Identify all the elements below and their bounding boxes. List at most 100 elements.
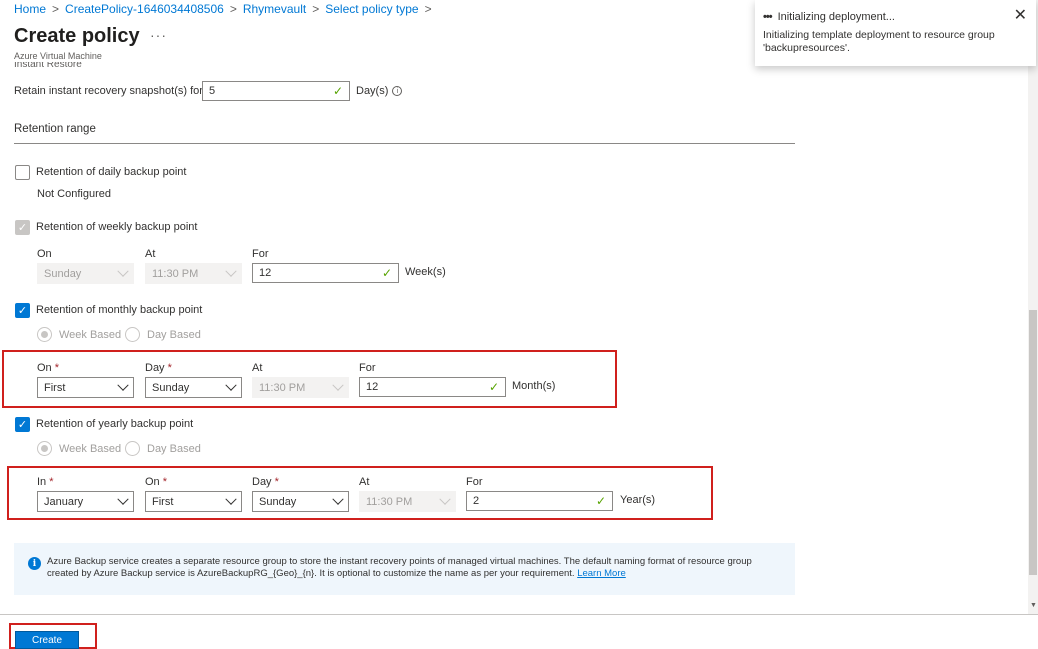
resource-group-info-banner: Azure Backup service creates a separate … bbox=[14, 543, 795, 595]
yearly-at-value: 11:30 PM bbox=[366, 495, 413, 508]
breadcrumb-vault[interactable]: Rhymevault bbox=[243, 2, 306, 16]
footer-divider bbox=[0, 614, 1038, 615]
chevron-down-icon bbox=[117, 379, 129, 391]
yearly-day-label-text: Day bbox=[252, 476, 272, 488]
required-marker: * bbox=[54, 362, 59, 374]
page-subtitle: Azure Virtual Machine bbox=[14, 51, 102, 61]
weekly-unit-label: Week(s) bbox=[405, 266, 446, 278]
monthly-week-based-radio[interactable] bbox=[37, 327, 52, 342]
monthly-for-label: For bbox=[359, 362, 376, 374]
yearly-in-label-text: In bbox=[37, 476, 47, 488]
breadcrumb-separator: > bbox=[312, 2, 320, 16]
scroll-down-arrow-icon[interactable]: ▼ bbox=[1030, 602, 1037, 609]
monthly-day-dropdown[interactable]: Sunday bbox=[145, 377, 242, 398]
yearly-in-dropdown[interactable]: January bbox=[37, 491, 134, 512]
monthly-day-based-radio[interactable] bbox=[125, 327, 140, 342]
info-icon[interactable]: i bbox=[392, 86, 403, 97]
weekly-at-dropdown[interactable]: 11:30 PM bbox=[145, 263, 242, 284]
monthly-at-label: At bbox=[252, 362, 263, 374]
yearly-on-label-text: On bbox=[145, 476, 160, 488]
retain-snapshots-unit: Day(s) i bbox=[356, 85, 403, 97]
yearly-day-dropdown[interactable]: Sunday bbox=[252, 491, 349, 512]
chevron-down-icon bbox=[225, 493, 237, 505]
weekly-on-value: Sunday bbox=[44, 267, 82, 280]
valid-check-icon: ✓ bbox=[332, 84, 343, 98]
weekly-retention-checkbox[interactable]: ✓ bbox=[15, 220, 30, 235]
valid-check-icon: ✓ bbox=[595, 494, 606, 508]
scrollbar-thumb[interactable] bbox=[1029, 310, 1037, 575]
yearly-on-label: On * bbox=[145, 476, 167, 488]
chevron-down-icon bbox=[225, 265, 237, 277]
weekly-for-value: 12 bbox=[259, 267, 272, 279]
chevron-down-icon bbox=[117, 265, 129, 277]
breadcrumb-separator: > bbox=[229, 2, 237, 16]
weekly-on-label: On bbox=[37, 248, 52, 260]
valid-check-icon: ✓ bbox=[381, 266, 392, 280]
info-banner-text: Azure Backup service creates a separate … bbox=[47, 556, 752, 579]
chevron-down-icon bbox=[225, 379, 237, 391]
monthly-day-label: Day * bbox=[145, 362, 172, 374]
deployment-notification: ••• Initializing deployment... Initializ… bbox=[755, 0, 1036, 66]
more-options-button[interactable]: ··· bbox=[150, 27, 167, 43]
yearly-for-label: For bbox=[466, 476, 483, 488]
required-marker: * bbox=[162, 476, 167, 488]
yearly-retention-label: Retention of yearly backup point bbox=[36, 418, 194, 430]
retain-snapshots-input[interactable]: 5 ✓ bbox=[202, 81, 350, 101]
create-button[interactable]: Create bbox=[15, 631, 79, 649]
days-unit-label: Day(s) bbox=[356, 85, 389, 97]
instant-restore-heading: Instant Restore bbox=[14, 62, 82, 70]
required-marker: * bbox=[274, 476, 279, 488]
monthly-retention-label: Retention of monthly backup point bbox=[36, 304, 203, 316]
retain-snapshots-label: Retain instant recovery snapshot(s) for bbox=[14, 85, 203, 97]
breadcrumb-select-policy-type[interactable]: Select policy type bbox=[325, 2, 418, 16]
retention-range-heading: Retention range bbox=[14, 123, 96, 135]
breadcrumb-home[interactable]: Home bbox=[14, 2, 46, 16]
weekly-for-label: For bbox=[252, 248, 269, 260]
yearly-in-value: January bbox=[44, 495, 84, 508]
page-title: Create policy bbox=[14, 25, 140, 47]
monthly-on-label-text: On bbox=[37, 362, 52, 374]
monthly-on-label: On * bbox=[37, 362, 59, 374]
yearly-retention-checkbox[interactable]: ✓ bbox=[15, 417, 30, 432]
breadcrumb-createpolicy[interactable]: CreatePolicy-1646034408506 bbox=[65, 2, 224, 16]
weekly-for-input[interactable]: 12 ✓ bbox=[252, 263, 399, 283]
daily-retention-checkbox[interactable] bbox=[15, 165, 30, 180]
weekly-on-dropdown[interactable]: Sunday bbox=[37, 263, 134, 284]
weekly-at-label: At bbox=[145, 248, 156, 260]
required-marker: * bbox=[49, 476, 54, 488]
monthly-week-based-label: Week Based bbox=[59, 329, 122, 341]
monthly-at-dropdown[interactable]: 11:30 PM bbox=[252, 377, 349, 398]
yearly-at-label: At bbox=[359, 476, 370, 488]
breadcrumb-separator: > bbox=[52, 2, 60, 16]
monthly-on-dropdown[interactable]: First bbox=[37, 377, 134, 398]
yearly-week-based-label: Week Based bbox=[59, 443, 122, 455]
notification-title: Initializing deployment... bbox=[777, 11, 895, 23]
monthly-for-input[interactable]: 12 ✓ bbox=[359, 377, 506, 397]
close-icon[interactable]: ✕ bbox=[1014, 8, 1027, 24]
info-icon: i bbox=[28, 557, 41, 570]
learn-more-link[interactable]: Learn More bbox=[577, 568, 626, 579]
weekly-at-value: 11:30 PM bbox=[152, 267, 199, 280]
section-divider bbox=[14, 143, 795, 144]
monthly-at-value: 11:30 PM bbox=[259, 381, 306, 394]
breadcrumb-separator: > bbox=[424, 2, 432, 16]
progress-dots-icon: ••• bbox=[763, 11, 773, 23]
weekly-retention-label: Retention of weekly backup point bbox=[36, 221, 198, 233]
yearly-at-dropdown[interactable]: 11:30 PM bbox=[359, 491, 456, 512]
chevron-down-icon bbox=[439, 493, 451, 505]
daily-retention-status: Not Configured bbox=[37, 188, 111, 200]
radio-selected-dot bbox=[41, 445, 48, 452]
yearly-day-based-radio[interactable] bbox=[125, 441, 140, 456]
yearly-for-input[interactable]: 2 ✓ bbox=[466, 491, 613, 511]
chevron-down-icon bbox=[117, 493, 129, 505]
notification-message: Initializing template deployment to reso… bbox=[763, 29, 995, 54]
radio-selected-dot bbox=[41, 331, 48, 338]
yearly-week-based-radio[interactable] bbox=[37, 441, 52, 456]
yearly-on-dropdown[interactable]: First bbox=[145, 491, 242, 512]
yearly-day-label: Day * bbox=[252, 476, 279, 488]
required-marker: * bbox=[167, 362, 172, 374]
chevron-down-icon bbox=[332, 379, 344, 391]
yearly-unit-label: Year(s) bbox=[620, 494, 656, 506]
yearly-in-label: In * bbox=[37, 476, 53, 488]
monthly-retention-checkbox[interactable]: ✓ bbox=[15, 303, 30, 318]
